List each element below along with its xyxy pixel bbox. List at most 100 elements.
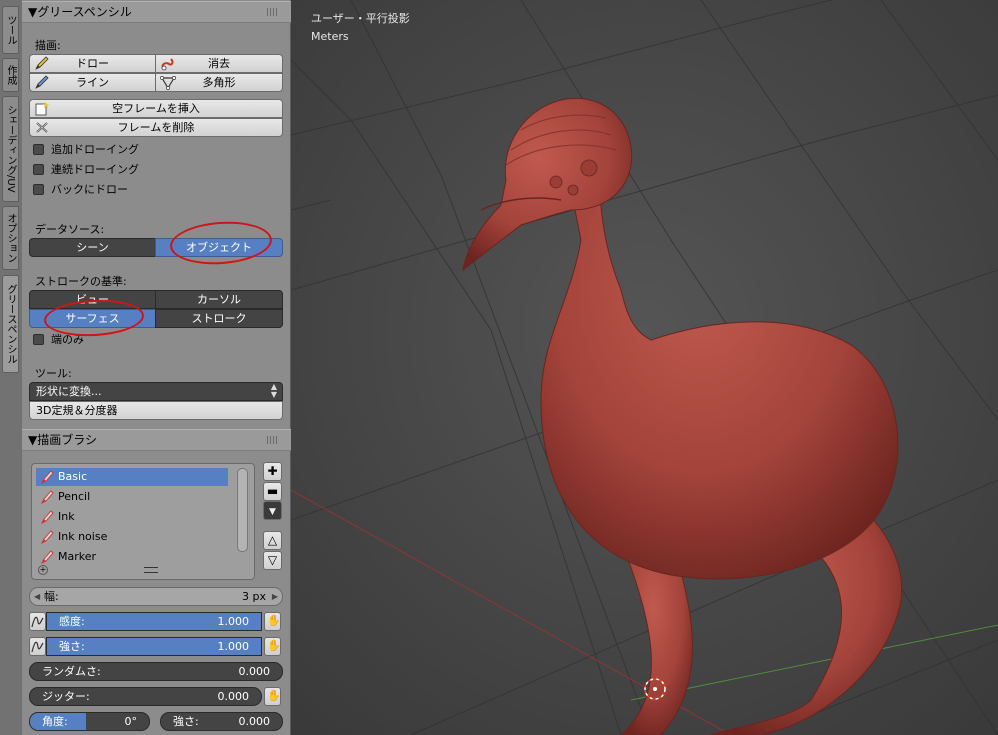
tab-tools[interactable]: ツール [2,6,19,54]
tab-create[interactable]: 作成 [2,58,19,92]
angle-strength-slider[interactable]: 強さ: 0.000 [160,712,283,731]
data-source-object[interactable]: オブジェクト [155,238,283,257]
only-endpoints-checkbox[interactable]: 端のみ [33,331,84,347]
list-item[interactable]: Pencil [36,488,228,506]
tab-options-label: オプション [5,213,16,263]
panel-title: ▼描画ブラシ [28,433,97,447]
pressure-curve-icon[interactable] [29,612,46,631]
angle-value: 0° [124,715,138,728]
continuous-drawing-label: 連続ドローイング [51,163,139,176]
polygon-button[interactable]: 多角形 [155,73,283,92]
thickness-label: 幅: [44,590,59,603]
pen-pressure-toggle[interactable]: ✋ [264,687,281,706]
tab-shading-uv[interactable]: シェーディング/UV [2,96,19,202]
pencil-icon [34,56,50,71]
sensitivity-label: 感度: [59,615,85,628]
pressure-curve-icon[interactable] [29,637,46,656]
3d-viewport[interactable]: ユーザー・平行投影 Meters [291,0,998,735]
strength-value: 1.000 [217,640,250,653]
angle-label: 角度: [42,715,68,728]
angle-field[interactable]: 角度: 0° [29,712,150,731]
line-label-text: ライン [76,76,109,89]
list-scrollbar[interactable] [237,468,248,552]
panel-title: ▼グリースペンシル [28,5,132,19]
additive-drawing-checkbox[interactable]: 追加ドローイング [33,141,139,157]
checkbox-box[interactable] [33,143,44,155]
brush-icon [40,549,54,565]
pen-pressure-toggle[interactable]: ✋ [264,612,281,631]
placement-surface[interactable]: サーフェス [29,309,156,328]
convert-dropdown-label: 形状に変換... [36,385,102,398]
hand-icon: ✋ [267,614,281,627]
updown-arrows-icon: ▲ ▼ [270,382,277,399]
viewport-units: Meters [311,30,349,43]
polygon-icon [160,75,176,90]
line-button[interactable]: ライン [29,73,156,92]
list-item[interactable]: Marker [36,548,228,566]
checkbox-box[interactable] [33,333,44,345]
filter-plus-icon[interactable]: + [38,565,48,575]
hand-icon: ✋ [267,689,281,702]
sensitivity-slider[interactable]: 感度: 1.000 [46,612,262,631]
tab-shading-uv-label: シェーディング/UV [5,105,16,193]
delete-frame-button[interactable]: フレームを削除 [29,118,283,137]
data-source-scene[interactable]: シーン [29,238,156,257]
insert-blank-frame-label: 空フレームを挿入 [112,102,200,115]
list-item[interactable]: Basic [36,468,228,486]
draw-brush-panel-header[interactable]: ▼描画ブラシ [22,429,291,451]
brush-list[interactable]: Basic Pencil Ink Ink noise Marker + [31,463,255,580]
list-item[interactable]: Ink noise [36,528,228,546]
close-icon [34,120,50,135]
additive-drawing-label: 追加ドローイング [51,143,139,156]
arrow-left-icon[interactable]: ◀ [34,588,40,605]
move-up-button[interactable]: △ [263,531,282,550]
tab-grease-pencil[interactable]: グリースペンシル [2,275,19,373]
convert-dropdown[interactable]: 形状に変換... ▲ ▼ [29,382,283,401]
drag-grip-icon[interactable] [267,436,279,444]
resize-grip-icon[interactable] [144,567,158,573]
grease-pencil-panel-header[interactable]: ▼グリースペンシル [22,1,291,23]
brush-icon [40,509,54,525]
draw-on-back-checkbox[interactable]: バックにドロー [33,181,128,197]
tool-panel: ▼グリースペンシル 描画: ドロー 消去 ライン 多角形 空フレームを挿入 フレ… [22,0,291,735]
draw-button[interactable]: ドロー [29,54,156,73]
erase-label-text: 消去 [208,57,230,70]
triangle-down-icon: ▽ [267,553,278,567]
thickness-value: 3 px [242,590,266,603]
placement-stroke[interactable]: ストローク [155,309,283,328]
arrow-right-icon[interactable]: ▶ [272,588,278,605]
tools-label: ツール: [35,367,72,380]
hand-icon: ✋ [267,639,281,652]
brush-name: Pencil [58,490,91,503]
tab-tools-label: ツール [5,15,16,45]
draw-label: 描画: [35,39,61,52]
brush-icon [40,489,54,505]
continuous-drawing-checkbox[interactable]: 連続ドローイング [33,161,139,177]
list-item[interactable]: Ink [36,508,228,526]
tab-create-label: 作成 [5,65,16,85]
plus-icon: ✚ [267,464,278,478]
jitter-slider[interactable]: ジッター: 0.000 [29,687,262,706]
tab-options[interactable]: オプション [2,206,19,270]
ruler-protractor-button[interactable]: 3D定規＆分度器 [29,401,283,420]
checkbox-box[interactable] [33,163,44,175]
brush-specials-button[interactable]: ▼ [263,501,282,520]
add-brush-button[interactable]: ✚ [263,462,282,481]
viewport-scene [291,0,998,735]
placement-cursor[interactable]: カーソル [155,290,283,309]
drag-grip-icon[interactable] [267,8,279,16]
pen-pressure-toggle[interactable]: ✋ [264,637,281,656]
strength-slider[interactable]: 強さ: 1.000 [46,637,262,656]
erase-button[interactable]: 消去 [155,54,283,73]
thickness-field[interactable]: ◀ 幅: 3 px ▶ [29,587,283,606]
checkbox-box[interactable] [33,183,44,195]
placement-view[interactable]: ビュー [29,290,156,309]
delete-frame-label: フレームを削除 [117,121,195,134]
insert-blank-frame-button[interactable]: 空フレームを挿入 [29,99,283,118]
eraser-icon [160,56,176,71]
stroke-placement-label: ストロークの基準: [35,275,127,288]
remove-brush-button[interactable]: ▬ [263,482,282,501]
randomness-slider[interactable]: ランダムさ: 0.000 [29,662,283,681]
move-down-button[interactable]: ▽ [263,551,282,570]
draw-label-text: ドロー [76,57,109,70]
